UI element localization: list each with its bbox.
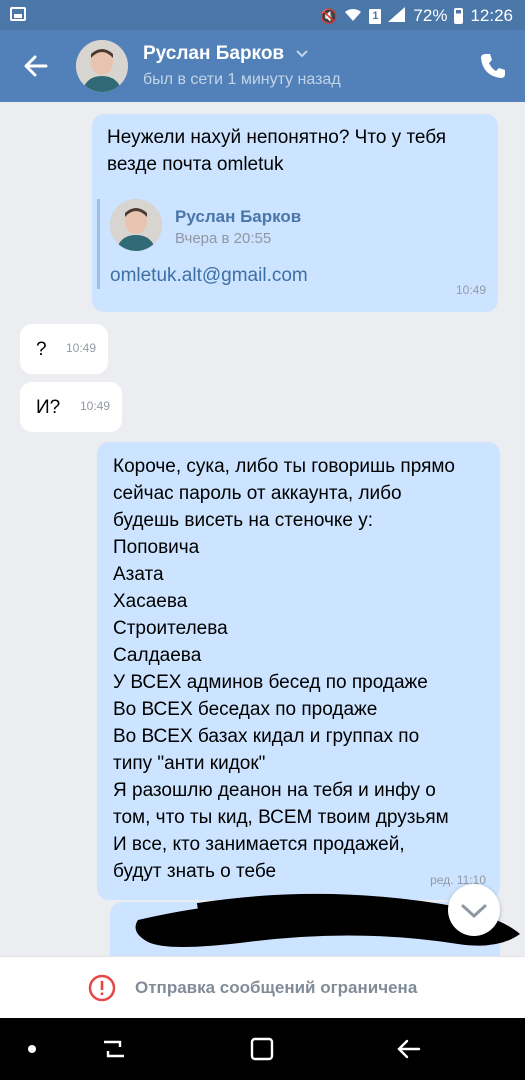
message-line: И все, кто занимается продажей, [113, 834, 405, 855]
chat-header: Руслан Барков был в сети 1 минуту назад [0, 30, 525, 102]
battery-icon [454, 8, 464, 24]
message-list[interactable]: Неужели нахуй непонятно? Что у тебя везд… [0, 102, 525, 956]
signal-icon [388, 7, 406, 25]
call-button[interactable] [477, 50, 509, 82]
message-text: Неужели нахуй непонятно? Что у тебя везд… [107, 127, 447, 175]
message-line: У ВСЕХ админов бесед по продаже [113, 672, 428, 693]
message-line: Хасаева [113, 591, 188, 612]
wifi-icon [344, 8, 362, 25]
messaging-restricted-bar: Отправка сообщений ограничена [0, 956, 525, 1018]
message-line: Я разошлю деанон на тебя и инфу о [113, 780, 436, 801]
message-line: Строителева [113, 618, 228, 639]
message-line: будешь висеть на стеночке у: [113, 510, 374, 531]
message-time: 10:49 [79, 399, 110, 413]
home-icon[interactable] [248, 1036, 276, 1062]
message-outgoing[interactable]: Короче, сука, либо ты говоришь прямо сей… [97, 442, 500, 900]
phone-icon [481, 54, 505, 78]
chevron-down-icon [461, 904, 487, 919]
contact-avatar[interactable] [76, 40, 128, 92]
back-nav-icon[interactable] [395, 1036, 423, 1062]
message-line: том, что ты кид, ВСЕМ твоим друзьям [113, 807, 449, 828]
message-line: Во ВСЕХ базах кидал и группах по [113, 726, 420, 747]
message-text: И? [36, 397, 61, 418]
status-indicators: 🔇 1 72% 12:26 [320, 6, 513, 26]
nav-dot-icon [28, 1045, 36, 1053]
mute-icon: 🔇 [319, 8, 338, 24]
message-time: 10:49 [455, 283, 486, 297]
forwarded-author-avatar [110, 199, 162, 251]
gallery-notification-icon [10, 7, 26, 21]
arrow-left-icon [24, 55, 48, 77]
clock: 12:26 [470, 6, 513, 25]
message-line: сейчас пароль от аккаунта, либо [113, 483, 402, 504]
message-incoming[interactable]: ? 10:49 [20, 324, 108, 374]
message-line: будут знать о тебе [113, 861, 277, 882]
recent-apps-icon[interactable] [100, 1036, 128, 1062]
forwarded-author[interactable]: Руслан Барков [175, 203, 301, 230]
message-time: 10:49 [65, 341, 96, 355]
message-line: типу "анти кидок" [113, 753, 266, 774]
exclamation-circle-icon [88, 974, 116, 1002]
message-line: Короче, сука, либо ты говоришь прямо [113, 456, 455, 477]
message-line: Во ВСЕХ беседах по продаже [113, 699, 378, 720]
sim-icon: 1 [369, 8, 382, 24]
forwarded-message[interactable]: Руслан Барков Вчера в 20:55 omletuk.alt@… [97, 199, 477, 289]
status-bar: 🔇 1 72% 12:26 [0, 0, 525, 30]
message-outgoing[interactable]: Неужели нахуй непонятно? Что у тебя везд… [92, 114, 498, 312]
chevron-down-icon[interactable] [295, 48, 309, 60]
contact-status: был в сети 1 минуту назад [143, 71, 341, 88]
message-incoming[interactable]: И? 10:49 [20, 382, 122, 432]
forwarded-email-link[interactable]: omletuk.alt@gmail.com [110, 262, 308, 289]
contact-name[interactable]: Руслан Барков [143, 43, 284, 65]
message-line: Азата [113, 564, 164, 585]
message-text: ? [36, 339, 47, 360]
system-navigation-bar [0, 1018, 525, 1080]
scroll-to-bottom-button[interactable] [448, 884, 500, 936]
back-button[interactable] [18, 48, 54, 84]
restriction-text: Отправка сообщений ограничена [135, 978, 418, 997]
battery-percent: 72% [413, 6, 448, 25]
forwarded-date: Вчера в 20:55 [175, 230, 272, 247]
message-line: Поповича [113, 537, 200, 558]
message-line: Салдаева [113, 645, 202, 666]
